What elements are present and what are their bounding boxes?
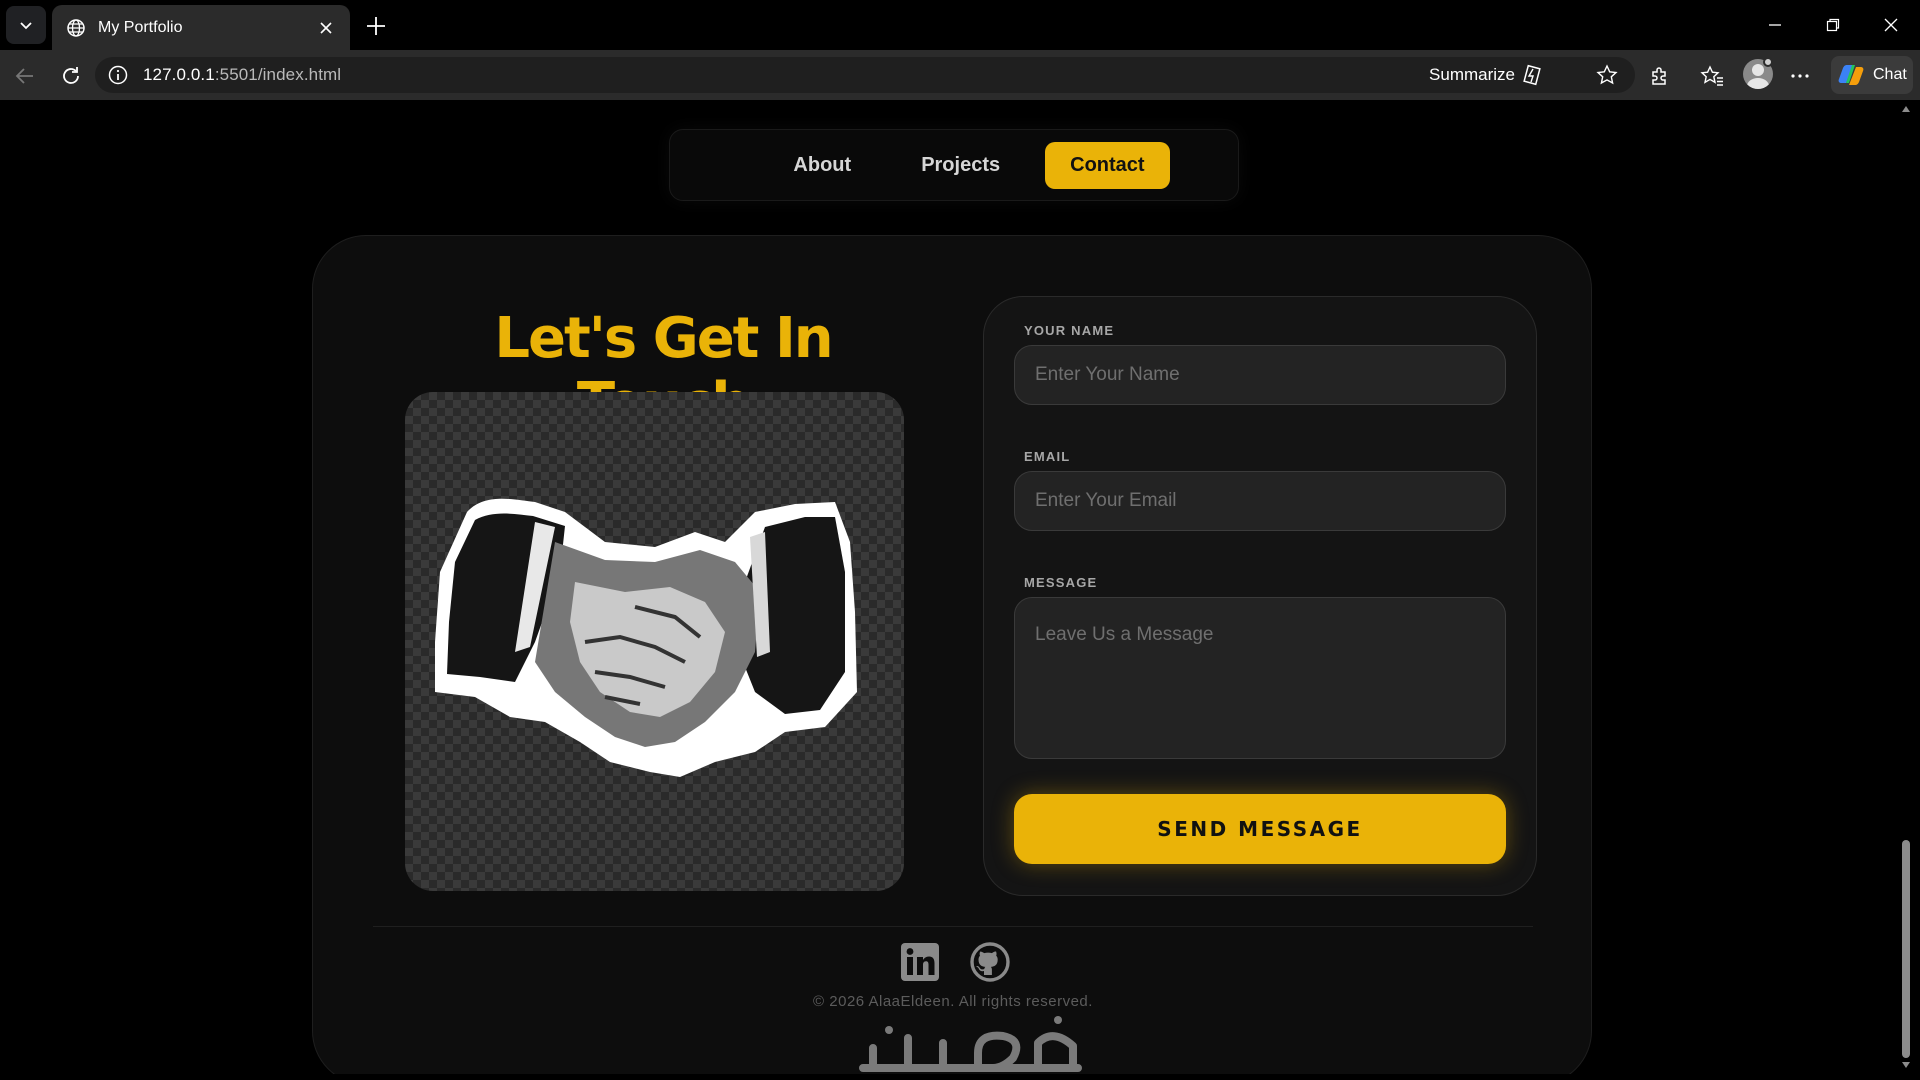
contact-section: Let's Get In Touch YOUR NAME EMAIL MESSA… [312, 235, 1592, 1074]
url-host: 127.0.0.1 [143, 65, 215, 84]
nav-item-contact[interactable]: Contact [1045, 141, 1170, 189]
linkedin-icon [901, 943, 939, 981]
address-bar[interactable]: 127.0.0.1:5501/index.html Summarize [95, 57, 1635, 93]
star-icon [1596, 64, 1618, 85]
linkedin-link[interactable] [899, 941, 941, 983]
summarize-icon [1523, 64, 1541, 86]
page-scrollbar[interactable] [1898, 100, 1914, 1074]
message-label: MESSAGE [1024, 575, 1098, 590]
favorites-icon [1700, 65, 1723, 86]
plus-icon [367, 17, 385, 35]
name-input[interactable] [1014, 345, 1506, 405]
close-tab-button[interactable] [316, 18, 336, 38]
restore-icon [1826, 18, 1840, 32]
info-icon[interactable] [107, 64, 129, 86]
new-tab-button[interactable] [362, 12, 390, 40]
copilot-icon [1838, 65, 1864, 85]
globe-icon [67, 18, 85, 37]
github-icon [970, 942, 1010, 982]
nav-item-projects[interactable]: Projects [896, 142, 1025, 189]
close-window-button[interactable] [1876, 10, 1906, 40]
puzzle-icon [1652, 67, 1666, 85]
minimize-button[interactable] [1760, 10, 1790, 40]
arrow-left-icon [15, 68, 33, 84]
favorite-star-button[interactable] [1595, 63, 1619, 87]
scroll-up-arrow-icon[interactable] [1902, 106, 1910, 112]
chevron-down-icon [20, 22, 32, 30]
footer-divider [373, 926, 1533, 927]
summarize-label: Summarize [1429, 65, 1515, 84]
url-text: 127.0.0.1:5501/index.html [143, 65, 341, 85]
name-label: YOUR NAME [1024, 323, 1115, 338]
reload-icon [63, 67, 79, 84]
extensions-button[interactable] [1645, 61, 1675, 91]
minimize-icon [1769, 24, 1781, 26]
scroll-down-arrow-icon[interactable] [1902, 1062, 1910, 1068]
browser-tab[interactable]: My Portfolio [52, 5, 350, 50]
handshake-illustration [405, 392, 904, 891]
more-options-button[interactable] [1785, 61, 1815, 91]
ellipsis-icon [1791, 74, 1809, 78]
send-message-button[interactable]: SEND MESSAGE [1014, 794, 1506, 864]
browser-toolbar: 127.0.0.1:5501/index.html Summarize [0, 50, 1920, 100]
github-link[interactable] [969, 941, 1011, 983]
copilot-chat-button[interactable]: Chat [1831, 56, 1913, 94]
email-label: EMAIL [1024, 449, 1071, 464]
url-path: :5501/index.html [214, 65, 342, 84]
profile-status-dot [1763, 57, 1773, 67]
page-viewport: About Projects Contact Let's Get In Touc… [6, 100, 1898, 1074]
nav-item-about[interactable]: About [768, 142, 876, 189]
restore-button[interactable] [1818, 10, 1848, 40]
browser-tab-bar: My Portfolio [0, 0, 1920, 50]
summarize-button[interactable]: Summarize [1429, 57, 1543, 93]
chat-label: Chat [1873, 66, 1907, 83]
handshake-icon [435, 498, 857, 777]
contact-form: YOUR NAME EMAIL MESSAGE SEND MESSAGE [983, 296, 1537, 896]
email-input[interactable] [1014, 471, 1506, 531]
scrollbar-thumb[interactable] [1902, 840, 1910, 1058]
back-button[interactable] [11, 62, 39, 90]
favorites-button[interactable] [1697, 61, 1727, 91]
close-icon [1884, 18, 1898, 32]
tab-title: My Portfolio [98, 18, 183, 36]
reload-button[interactable] [57, 62, 85, 90]
tab-list-button[interactable] [6, 6, 46, 44]
top-navigation: About Projects Contact [669, 129, 1239, 201]
message-textarea[interactable] [1014, 597, 1506, 759]
khamsat-watermark-logo [859, 1016, 1082, 1072]
close-icon [320, 21, 332, 34]
